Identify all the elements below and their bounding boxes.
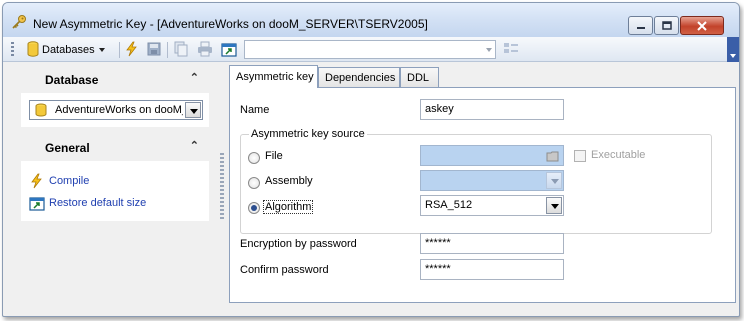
database-section-header[interactable]: Database ⌃ (21, 65, 209, 93)
file-path-input (420, 145, 564, 166)
minimize-button[interactable] (628, 16, 653, 35)
compile-toolbar-button[interactable] (124, 41, 140, 59)
save-icon (146, 41, 162, 60)
toolbar-overflow-button[interactable] (727, 37, 739, 62)
title-bar[interactable]: New Asymmetric Key - [AdventureWorks on … (3, 3, 739, 37)
tab-dependencies[interactable]: Dependencies (318, 67, 400, 87)
asymmetric-key-source-group: Asymmetric key source File Executable As… (240, 128, 712, 234)
print-icon (197, 41, 213, 60)
key-icon (11, 14, 27, 30)
minimize-icon (629, 17, 652, 34)
chevron-down-icon[interactable] (185, 102, 201, 118)
algorithm-select[interactable]: RSA_512 (420, 195, 564, 216)
toolbar-grip[interactable] (11, 42, 14, 57)
collapse-icon[interactable]: ⌃ (190, 71, 199, 84)
tab-label: Asymmetric key (236, 71, 314, 83)
collapse-icon[interactable]: ⌃ (190, 139, 199, 152)
toolbar: Databases (3, 37, 739, 62)
database-section-body: AdventureWorks on dooM_ (21, 93, 209, 127)
database-section-title: Database (45, 73, 99, 87)
chevron-down-icon (730, 54, 736, 58)
executable-label: Executable (591, 149, 646, 161)
databases-dropdown[interactable]: Databases (27, 40, 105, 60)
copy-toolbar-button[interactable] (173, 41, 189, 59)
sidebar: Database ⌃ AdventureWorks on dooM_ Gener… (21, 65, 209, 227)
maximize-button[interactable] (654, 16, 679, 35)
file-radio[interactable] (248, 152, 260, 164)
restore-default-size-link[interactable]: Restore default size (29, 195, 146, 211)
encryption-password-input[interactable]: ****** (420, 233, 564, 254)
window-title: New Asymmetric Key - [AdventureWorks on … (33, 17, 428, 31)
database-icon (35, 103, 47, 120)
save-toolbar-button[interactable] (146, 41, 162, 59)
restore-size-toolbar-button[interactable] (221, 41, 237, 59)
chevron-down-icon (546, 172, 562, 189)
algorithm-radio[interactable] (248, 202, 260, 214)
assembly-radio[interactable] (248, 177, 260, 189)
chevron-down-icon[interactable] (546, 197, 562, 214)
restore-default-size-label: Restore default size (49, 197, 147, 209)
file-label: File (265, 150, 283, 162)
tab-ddl[interactable]: DDL (400, 67, 439, 87)
layout-toolbar-button[interactable] (503, 41, 519, 59)
database-icon (27, 40, 39, 60)
tab-asymmetric-key[interactable]: Asymmetric key (229, 65, 318, 88)
restore-size-icon (221, 41, 237, 60)
confirm-password-label: Confirm password (240, 264, 329, 276)
copy-icon (173, 41, 189, 60)
close-icon (681, 17, 723, 34)
close-button[interactable] (680, 16, 724, 35)
executable-checkbox[interactable] (574, 150, 586, 162)
database-select[interactable]: AdventureWorks on dooM_ (29, 100, 203, 120)
toolbar-combobox[interactable] (244, 40, 496, 59)
tab-label: Dependencies (325, 71, 396, 84)
algorithm-value: RSA_512 (425, 199, 473, 211)
maximize-icon (655, 17, 678, 34)
general-section-body: Compile Restore default size (21, 161, 209, 221)
assembly-select (420, 170, 564, 191)
database-select-value: AdventureWorks on dooM_ (55, 104, 183, 116)
folder-icon (544, 147, 562, 164)
compile-icon (29, 173, 45, 189)
encryption-password-label: Encryption by password (240, 238, 357, 250)
confirm-password-input[interactable]: ****** (420, 259, 564, 280)
name-label: Name (240, 104, 270, 116)
general-section-header[interactable]: General ⌃ (21, 133, 209, 161)
compile-icon (124, 41, 140, 60)
databases-label: Databases (42, 44, 95, 56)
print-toolbar-button[interactable] (197, 41, 213, 59)
restore-size-icon (29, 195, 45, 211)
compile-link[interactable]: Compile (29, 173, 89, 189)
name-input[interactable]: askey (420, 99, 564, 120)
compile-link-label: Compile (49, 175, 90, 187)
toolbar-separator (119, 42, 120, 58)
group-title: Asymmetric key source (249, 128, 367, 140)
tab-label: DDL (407, 71, 430, 84)
toolbar-separator (167, 42, 168, 58)
panel-splitter[interactable] (220, 153, 224, 219)
app-window: New Asymmetric Key - [AdventureWorks on … (2, 2, 740, 317)
chevron-down-icon (486, 48, 492, 52)
assembly-label: Assembly (265, 175, 313, 187)
algorithm-label: Algorithm (263, 200, 314, 214)
general-section-title: General (45, 141, 90, 155)
chevron-down-icon (98, 48, 105, 52)
tab-content: Name askey Asymmetric key source File Ex… (229, 87, 736, 303)
layout-icon (503, 41, 519, 60)
